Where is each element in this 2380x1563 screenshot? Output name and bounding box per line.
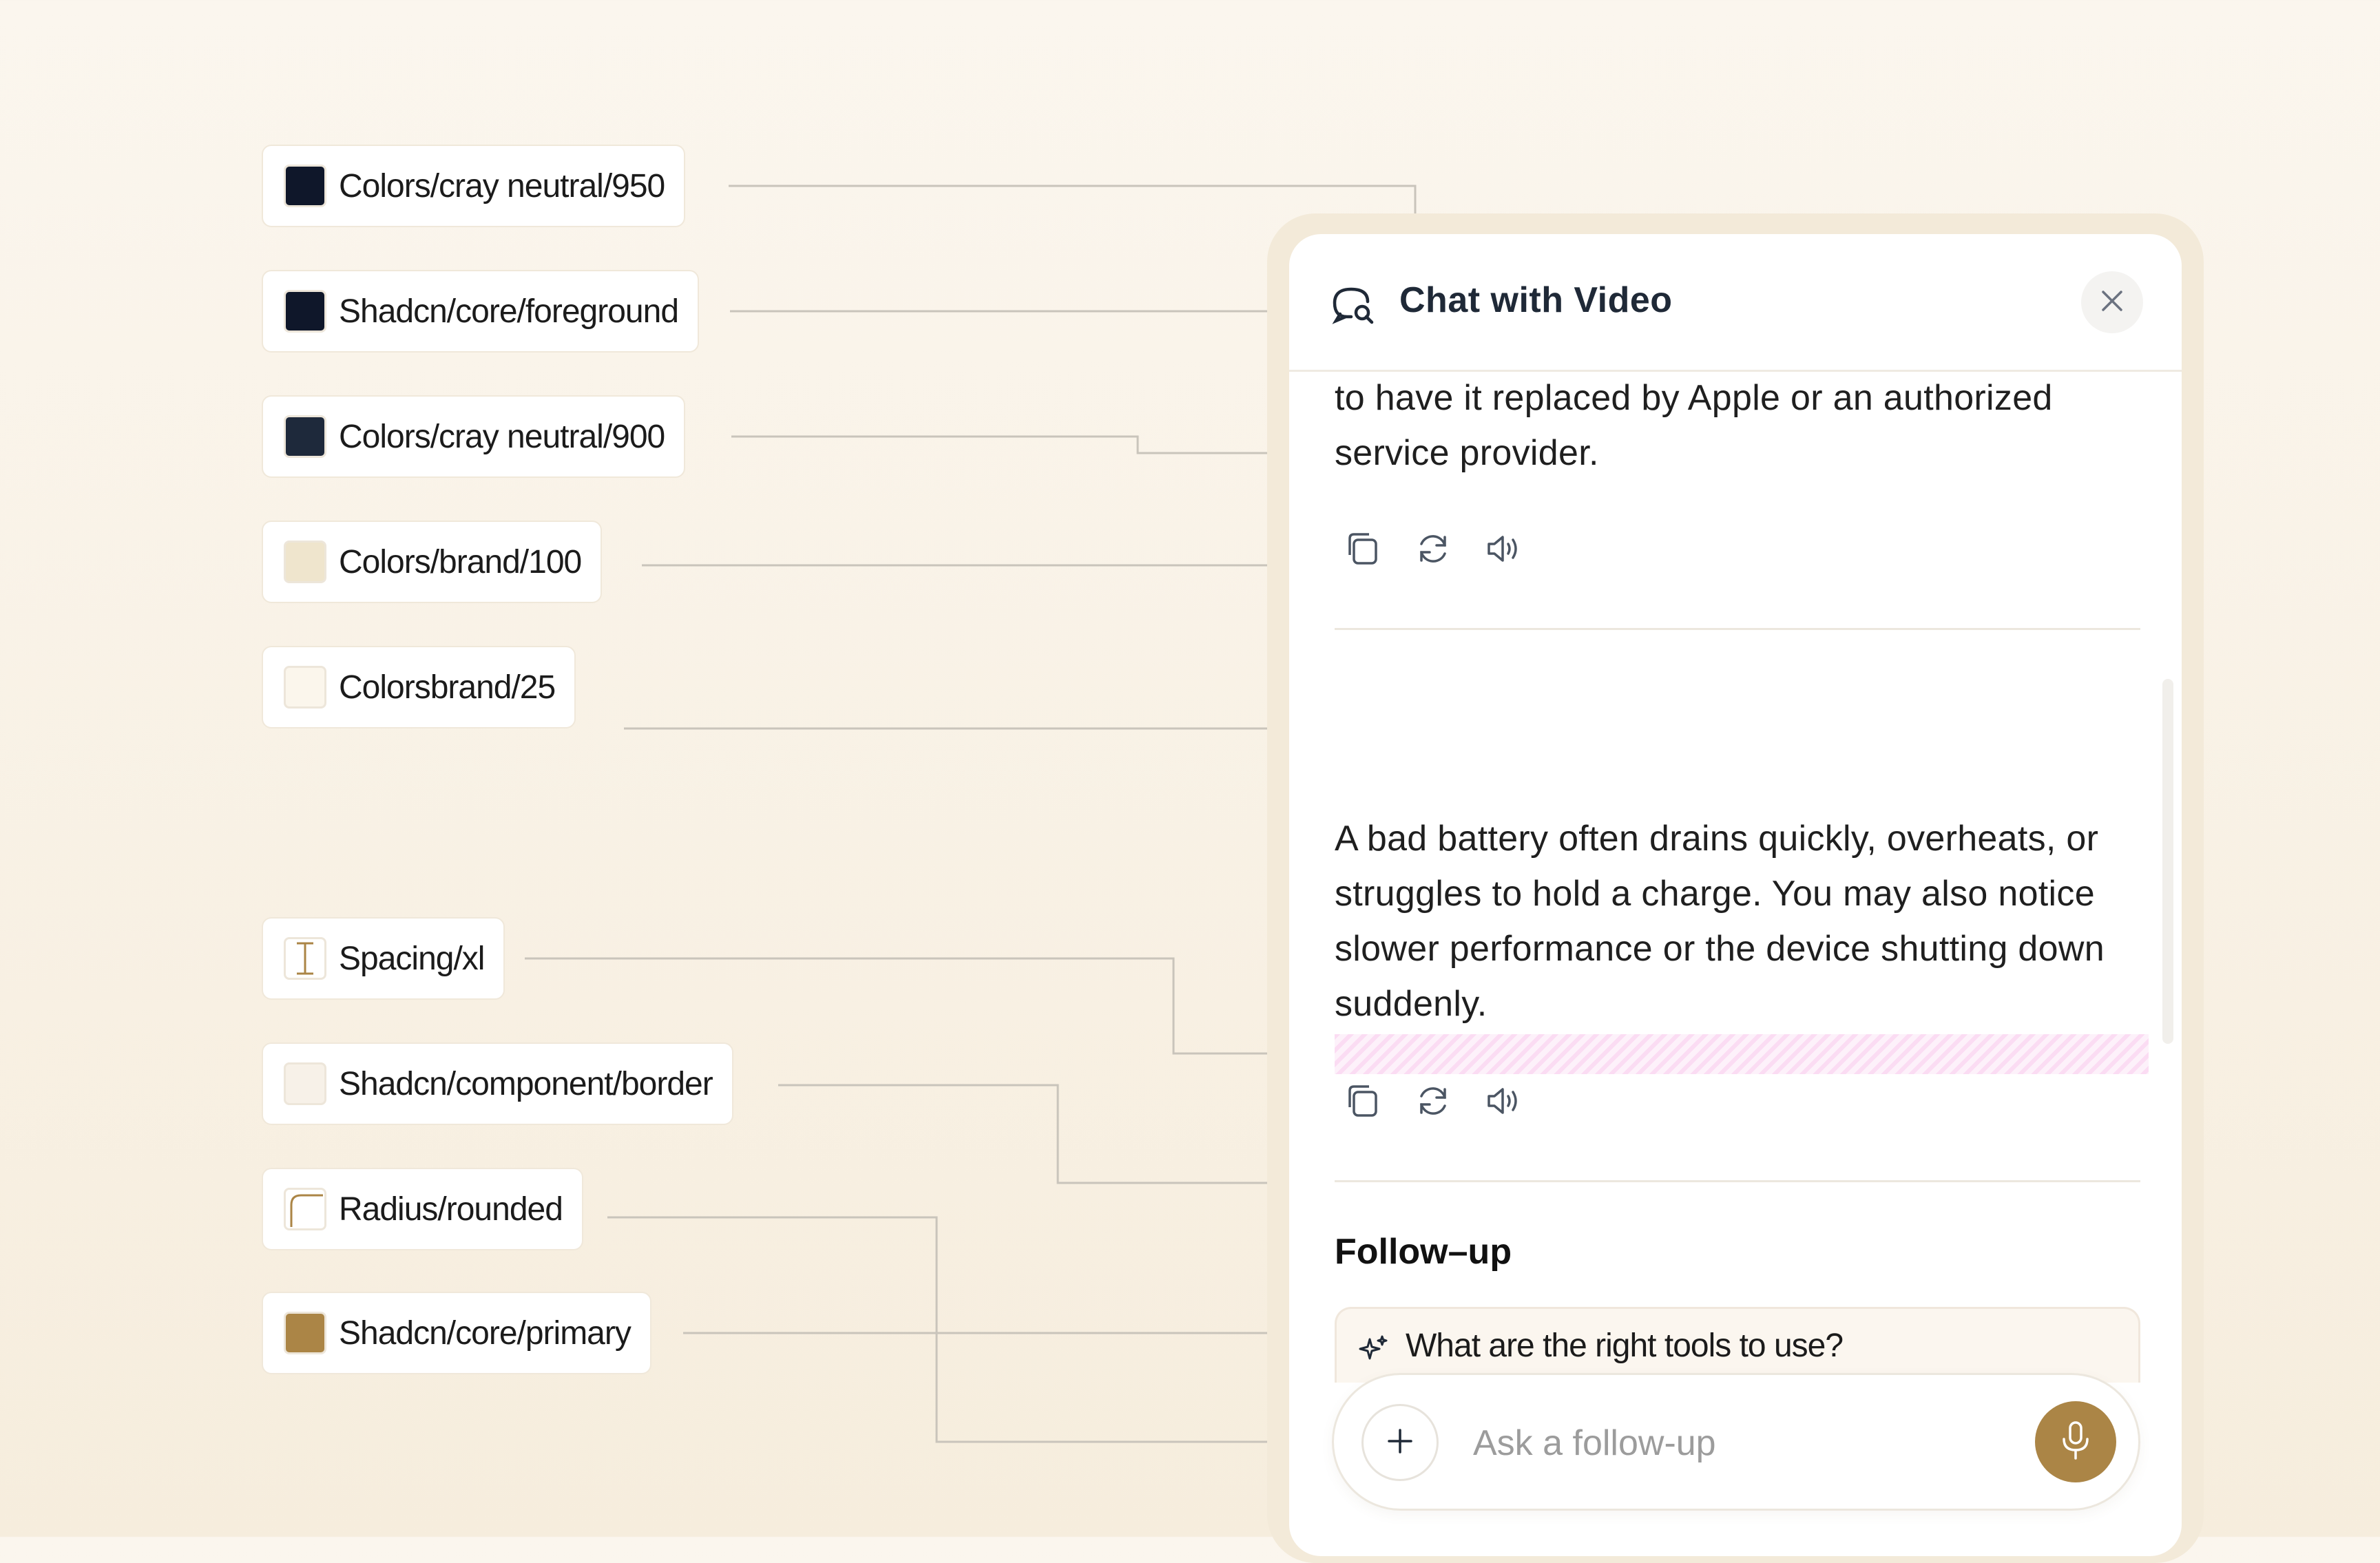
swatch-foreground (284, 290, 326, 333)
token-label: Shadcn/component/border (339, 1065, 713, 1102)
suggestion-text: What are the right tools to use? (1406, 1328, 1844, 1364)
plus-icon (1385, 1426, 1415, 1460)
chat-header: Chat with Video (1289, 234, 2182, 372)
assistant-message: A bad battery often drains quickly, over… (1335, 819, 2105, 1024)
add-attachment-button[interactable] (1361, 1404, 1439, 1481)
annotation-canvas: Colors/cray neutral/950 Shadcn/core/fore… (0, 0, 2380, 1563)
connector-radius (607, 1216, 1330, 1443)
token-component-border: Shadcn/component/border (262, 1042, 733, 1125)
followup-input[interactable] (1472, 1415, 1998, 1471)
token-neutral-950: Colors/cray neutral/950 (262, 145, 686, 227)
swatch-border (284, 1062, 326, 1105)
assistant-message: to have it replaced by Apple or an autho… (1335, 378, 2053, 473)
token-neutral-900: Colors/cray neutral/900 (262, 395, 686, 478)
message-actions (1343, 529, 1523, 569)
token-foreground: Shadcn/core/foreground (262, 270, 700, 353)
radius-icon (284, 1188, 326, 1230)
token-brand-100: Colors/brand/100 (262, 521, 603, 603)
speaker-icon[interactable] (1483, 1081, 1523, 1121)
token-label: Colors/cray neutral/950 (339, 167, 665, 204)
scrollbar[interactable] (2162, 679, 2173, 1044)
close-icon (2100, 289, 2125, 317)
close-button[interactable] (2081, 271, 2143, 333)
microphone-icon (2058, 1420, 2093, 1465)
swatch-brand-25 (284, 666, 326, 709)
token-label: Spacing/xl (339, 940, 485, 977)
swatch-neutral-900 (284, 415, 326, 458)
token-radius-rounded: Radius/rounded (262, 1168, 583, 1250)
refresh-icon[interactable] (1413, 1081, 1453, 1121)
chat-title: Chat with Video (1399, 280, 1673, 320)
spacing-icon (284, 937, 326, 980)
followup-title: Follow–up (1335, 1232, 1512, 1272)
token-label: Colors/brand/100 (339, 543, 582, 580)
message-actions (1343, 1081, 1523, 1121)
swatch-neutral-950 (284, 165, 326, 207)
token-label: Shadcn/core/foreground (339, 293, 679, 330)
connector-spacing (525, 957, 1337, 1055)
followup-suggestion[interactable]: What are the right tools to use? (1335, 1307, 2140, 1383)
token-spacing-xl: Spacing/xl (262, 917, 505, 1000)
refresh-icon[interactable] (1413, 529, 1453, 569)
chat-panel: Chat with Video to have it replaced by A… (1289, 234, 2182, 1556)
swatch-brand-100 (284, 541, 326, 583)
copy-icon[interactable] (1343, 529, 1383, 569)
connector-neutral-900 (731, 435, 1328, 454)
token-label: Colors/cray neutral/900 (339, 418, 665, 455)
speaker-icon[interactable] (1483, 529, 1523, 569)
microphone-button[interactable] (2035, 1401, 2116, 1482)
spacing-highlight (1335, 1034, 2149, 1074)
composer (1332, 1373, 2140, 1511)
divider (1335, 628, 2140, 630)
token-core-primary: Shadcn/core/primary (262, 1292, 651, 1374)
connector-border (778, 1084, 1328, 1184)
token-brand-25: Colorsbrand/25 (262, 646, 576, 728)
token-label: Shadcn/core/primary (339, 1314, 631, 1352)
swatch-primary (284, 1312, 326, 1354)
chat-search-icon (1330, 281, 1376, 330)
token-label: Radius/rounded (339, 1190, 563, 1228)
sparkle-icon (1357, 1334, 1389, 1369)
copy-icon[interactable] (1343, 1081, 1383, 1121)
divider (1335, 1180, 2140, 1182)
token-label: Colorsbrand/25 (339, 669, 556, 706)
